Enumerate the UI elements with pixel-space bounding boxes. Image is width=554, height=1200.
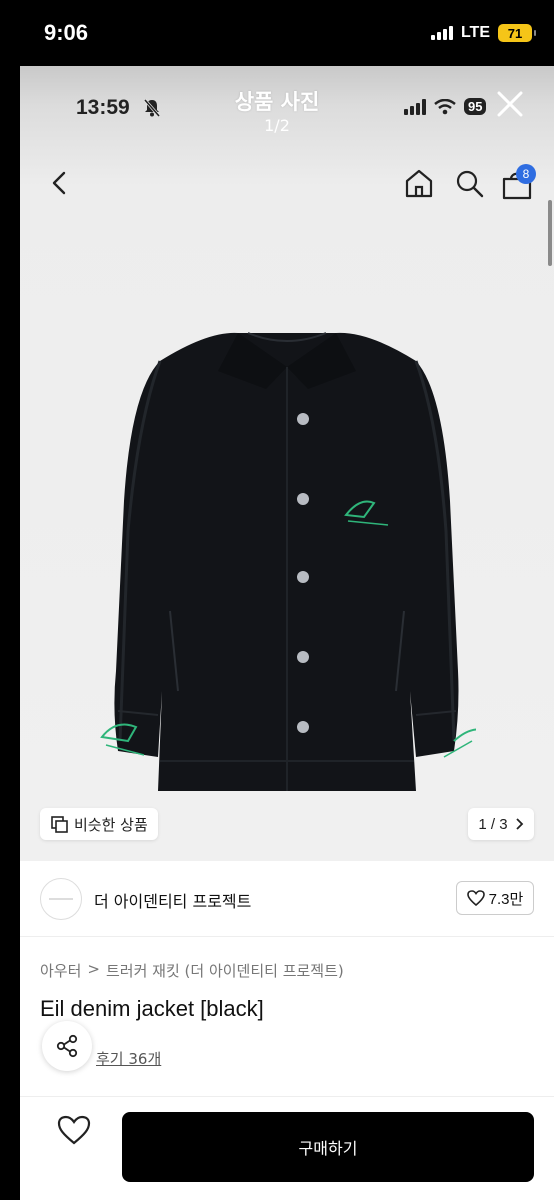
scrollbar[interactable] [548,200,552,266]
buy-button[interactable]: 구매하기 [122,1112,534,1182]
reviews-link[interactable]: 후기 36개 [96,1048,161,1069]
signal-bars-icon [430,26,453,40]
share-icon [56,1034,78,1058]
close-icon[interactable] [492,86,528,122]
brand-logo[interactable] [40,878,82,920]
chevron-right-icon [515,818,523,830]
battery-icon: 71 [498,24,536,42]
similar-products-button[interactable]: 비슷한 상품 [40,808,158,840]
viewer-title: 상품 사진 [234,90,320,114]
breadcrumb-category[interactable]: 아우터 [40,960,81,981]
product-image [100,332,476,791]
brand-like-button[interactable]: 7.3만 [456,881,534,915]
outer-clock: 9:06 [44,20,89,45]
home-icon[interactable] [402,166,436,200]
heart-icon[interactable] [56,1114,92,1146]
cart-badge: 8 [516,164,536,184]
share-button[interactable] [42,1021,92,1071]
similar-label: 비슷한 상품 [74,815,148,834]
outer-status-bar: 9:06 LTE 71 [0,0,554,66]
viewer-counter: 1/2 [264,116,290,135]
product-image-viewer[interactable]: 13:59 95 상품 사진 1/2 8 비슷한 상품 1 / 3 [20,66,554,861]
brand-name[interactable]: 더 아이덴티티 프로젝트 [94,888,251,912]
breadcrumb-subcategory[interactable]: 트러커 재킷 (더 아이덴티티 프로젝트) [106,960,344,981]
battery-level: 71 [507,25,523,41]
breadcrumb: 아우터 > 트러커 재킷 (더 아이덴티티 프로젝트) [40,960,344,981]
brand-row[interactable]: 더 아이덴티티 프로젝트 7.3만 [40,878,534,920]
page-indicator-text: 1 / 3 [478,815,508,833]
screenshot-area: 13:59 95 상품 사진 1/2 8 비슷한 상품 1 / 3 더 아이덴티… [20,66,554,1200]
gallery-page-indicator[interactable]: 1 / 3 [468,808,534,840]
brand-logo-mark [49,898,73,900]
back-icon[interactable] [46,166,74,200]
search-icon[interactable] [452,166,486,200]
heart-icon [466,890,485,906]
product-title: Eil denim jacket [black] [40,996,264,1021]
similar-icon [51,816,68,833]
breadcrumb-separator: > [87,960,100,978]
bottom-bar-divider [20,1096,554,1097]
brand-like-count: 7.3만 [488,890,524,908]
network-label: LTE [460,24,490,41]
divider [20,936,554,937]
outer-status-right: LTE 71 [430,24,536,42]
